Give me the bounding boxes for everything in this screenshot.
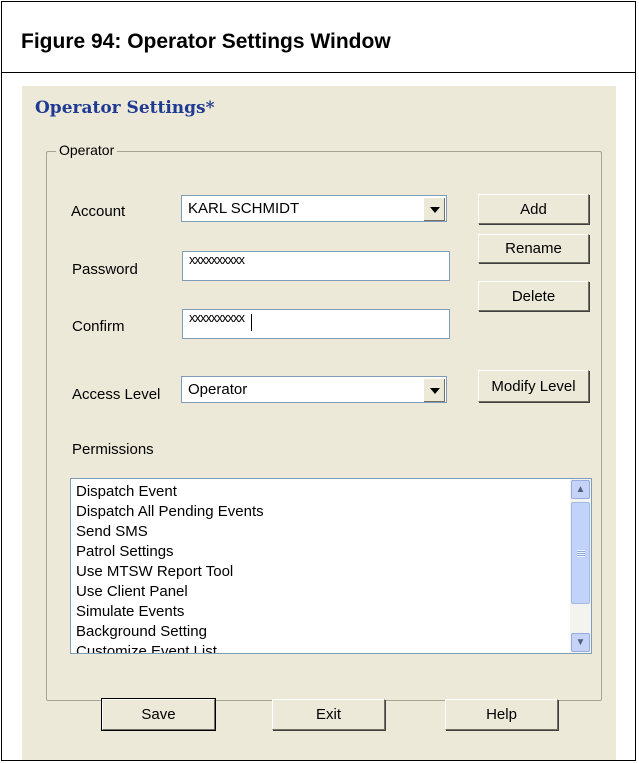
account-value: KARL SCHMIDT (188, 200, 300, 217)
text-caret (251, 314, 252, 331)
access-level-label: Access Level (72, 386, 161, 403)
figure-caption: Figure 94: Operator Settings Window (2, 2, 635, 73)
delete-button[interactable]: Delete (478, 281, 589, 311)
permissions-label: Permissions (72, 441, 154, 458)
access-level-value: Operator (188, 381, 248, 398)
help-button[interactable]: Help (445, 699, 558, 730)
list-item[interactable]: Dispatch Event (76, 482, 264, 502)
access-level-dropdown[interactable]: Operator (181, 376, 447, 403)
permissions-list[interactable]: Dispatch Event Dispatch All Pending Even… (70, 478, 592, 654)
list-item[interactable]: Patrol Settings (76, 542, 264, 562)
scroll-up-icon[interactable]: ▲ (571, 480, 590, 499)
permissions-scrollbar[interactable]: ▲ ▼ (570, 479, 591, 653)
rename-button[interactable]: Rename (478, 234, 589, 263)
list-item[interactable]: Send SMS (76, 522, 264, 542)
chevron-down-icon[interactable] (423, 197, 445, 221)
list-item[interactable]: Use Client Panel (76, 582, 264, 602)
figure-frame: Figure 94: Operator Settings Window Oper… (1, 1, 636, 761)
password-field[interactable]: xxxxxxxxxx (182, 251, 450, 281)
password-label: Password (72, 261, 138, 278)
confirm-label: Confirm (72, 318, 125, 335)
account-dropdown[interactable]: KARL SCHMIDT (181, 195, 447, 222)
scroll-thumb[interactable] (571, 502, 590, 604)
chevron-down-icon[interactable] (423, 378, 445, 402)
list-item[interactable]: Customize Event List (76, 642, 264, 653)
password-value: xxxxxxxxxx (189, 252, 245, 267)
account-label: Account (71, 203, 126, 220)
list-item[interactable]: Background Setting (76, 622, 264, 642)
operator-settings-window: Operator Settings* Operator Account KARL… (22, 86, 616, 760)
operator-group-label: Operator (56, 142, 118, 158)
scroll-down-icon[interactable]: ▼ (571, 633, 590, 652)
save-button[interactable]: Save (101, 698, 216, 731)
list-item[interactable]: Simulate Events (76, 602, 264, 622)
window-title: Operator Settings* (35, 98, 215, 118)
exit-button[interactable]: Exit (272, 699, 385, 730)
confirm-password-field[interactable]: xxxxxxxxxx (182, 309, 450, 339)
list-item[interactable]: Use MTSW Report Tool (76, 562, 264, 582)
modify-level-button[interactable]: Modify Level (478, 370, 589, 402)
permissions-items: Dispatch Event Dispatch All Pending Even… (76, 482, 264, 653)
confirm-value: xxxxxxxxxx (189, 310, 245, 325)
add-button[interactable]: Add (478, 194, 589, 224)
list-item[interactable]: Dispatch All Pending Events (76, 502, 264, 522)
